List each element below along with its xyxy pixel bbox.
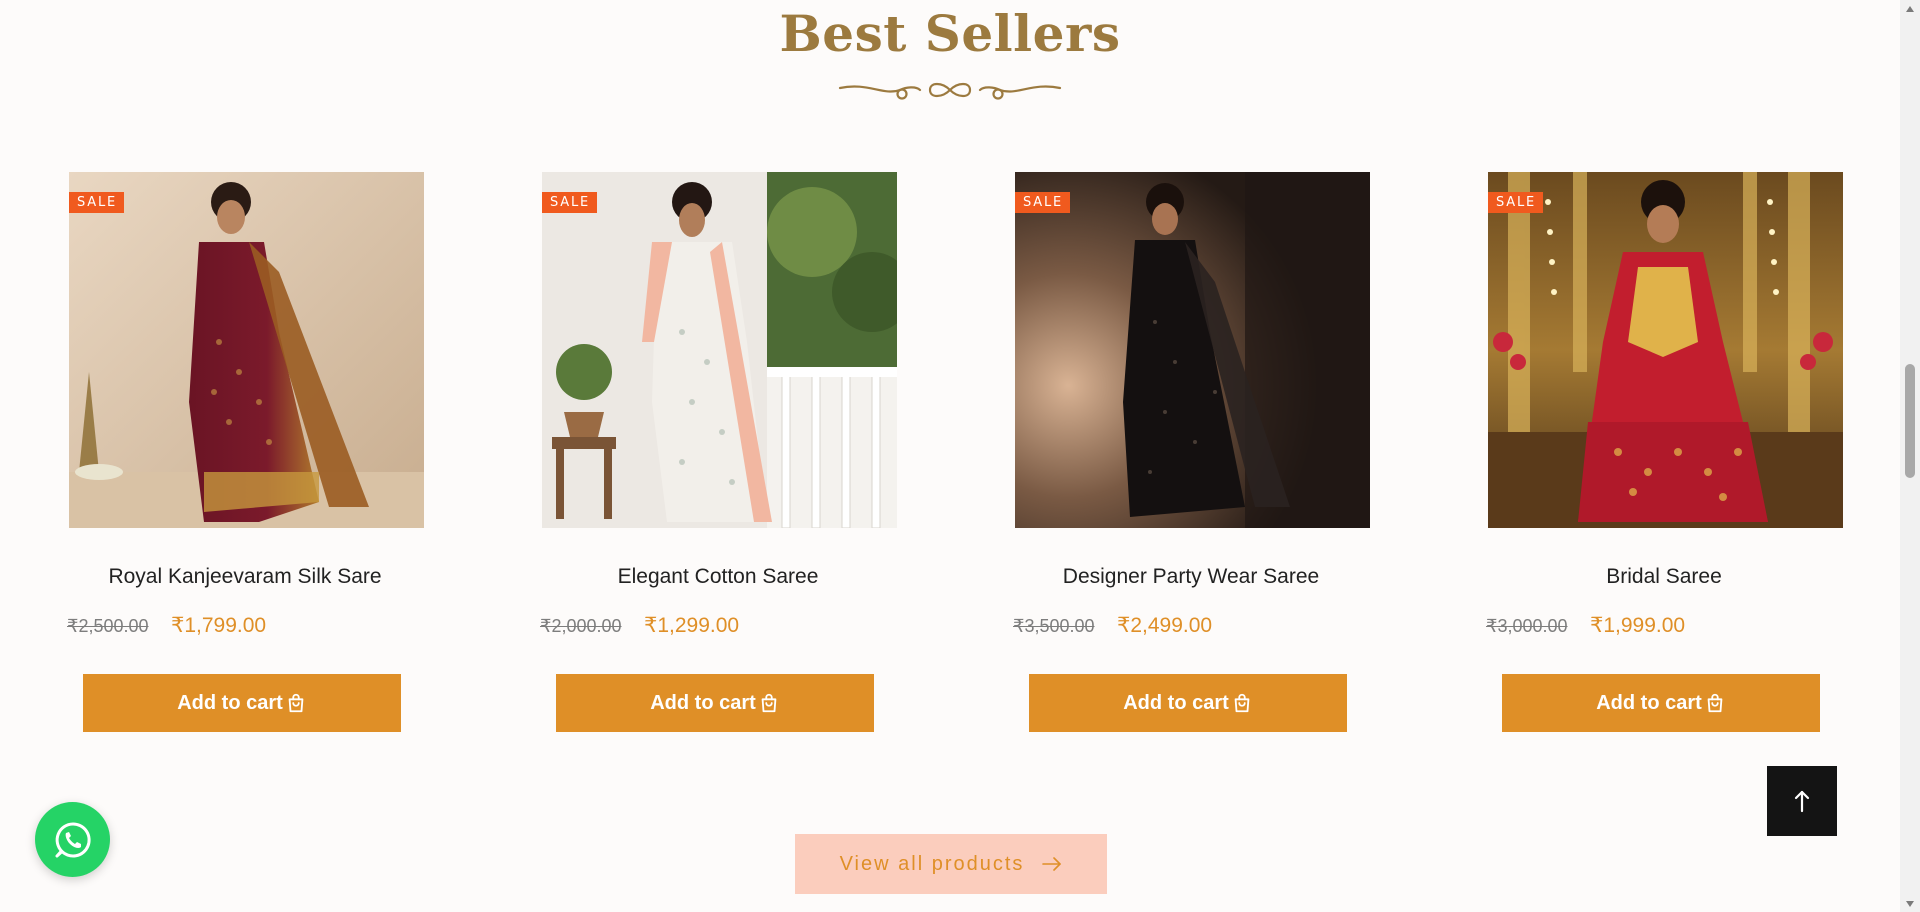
sale-price: ₹1,799.00 <box>170 614 267 637</box>
ornament-divider-icon <box>838 82 1062 100</box>
add-to-cart-label: Add to cart <box>650 691 756 714</box>
scroll-up-arrow-icon[interactable] <box>1900 0 1920 17</box>
page-scrollbar[interactable] <box>1900 0 1920 912</box>
price-row: ₹2,000.00 ₹1,299.00 <box>540 613 739 638</box>
product-image[interactable] <box>542 172 897 528</box>
section-title: Best Sellers <box>779 4 1121 63</box>
product-name[interactable]: Elegant Cotton Saree <box>540 565 896 589</box>
sale-price: ₹2,499.00 <box>1116 614 1213 637</box>
shopping-bag-icon <box>1707 693 1723 713</box>
original-price: ₹2,000.00 <box>540 616 622 636</box>
add-to-cart-button[interactable]: Add to cart <box>1502 674 1820 732</box>
add-to-cart-button[interactable]: Add to cart <box>1029 674 1347 732</box>
best-sellers-section: Best Sellers SALE Royal Kanjeevaram Silk… <box>0 0 1900 912</box>
view-all-products-button[interactable]: View all products <box>795 834 1107 894</box>
product-image[interactable] <box>69 172 424 528</box>
original-price: ₹3,500.00 <box>1013 616 1095 636</box>
product-image[interactable] <box>1015 172 1370 528</box>
view-all-label: View all products <box>839 852 1025 875</box>
product-name[interactable]: Royal Kanjeevaram Silk Sare <box>67 565 423 589</box>
arrow-up-icon <box>1794 790 1810 813</box>
original-price: ₹2,500.00 <box>67 616 149 636</box>
scroll-down-arrow-icon[interactable] <box>1900 895 1920 912</box>
add-to-cart-button[interactable]: Add to cart <box>83 674 401 732</box>
back-to-top-button[interactable] <box>1767 766 1837 836</box>
shopping-bag-icon <box>1234 693 1250 713</box>
product-image[interactable] <box>1488 172 1843 528</box>
add-to-cart-label: Add to cart <box>177 691 283 714</box>
product-name[interactable]: Designer Party Wear Saree <box>1013 565 1369 589</box>
price-row: ₹3,000.00 ₹1,999.00 <box>1486 613 1685 638</box>
shopping-bag-icon <box>288 693 304 713</box>
arrow-right-icon <box>1042 857 1062 871</box>
whatsapp-icon <box>55 821 91 857</box>
original-price: ₹3,000.00 <box>1486 616 1568 636</box>
sale-badge: SALE <box>542 192 598 213</box>
sale-badge: SALE <box>1015 192 1071 213</box>
add-to-cart-label: Add to cart <box>1123 691 1229 714</box>
price-row: ₹2,500.00 ₹1,799.00 <box>67 613 266 638</box>
sale-badge: SALE <box>1488 192 1544 213</box>
add-to-cart-label: Add to cart <box>1596 691 1702 714</box>
whatsapp-chat-button[interactable] <box>35 802 110 877</box>
shopping-bag-icon <box>761 693 777 713</box>
add-to-cart-button[interactable]: Add to cart <box>556 674 874 732</box>
sale-price: ₹1,299.00 <box>643 614 740 637</box>
sale-badge: SALE <box>69 192 125 213</box>
price-row: ₹3,500.00 ₹2,499.00 <box>1013 613 1212 638</box>
product-name[interactable]: Bridal Saree <box>1486 565 1842 589</box>
scrollbar-thumb[interactable] <box>1905 364 1915 478</box>
sale-price: ₹1,999.00 <box>1589 614 1686 637</box>
